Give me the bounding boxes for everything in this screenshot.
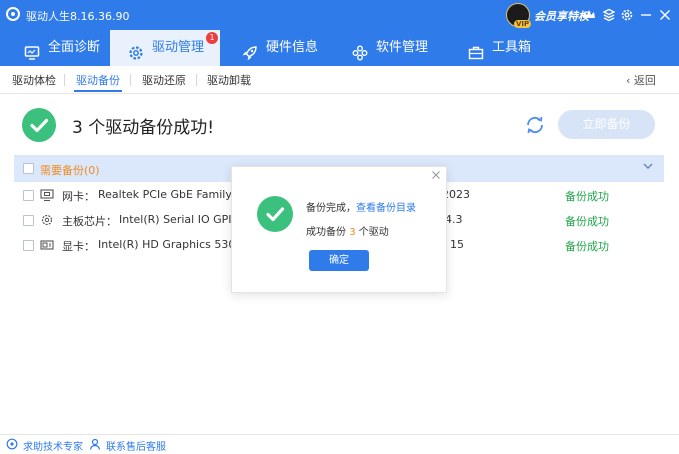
vip-badge: VIP [514, 20, 532, 28]
device-category: 显卡： [62, 240, 95, 253]
vip-privilege-link[interactable]: 会员享特权 [534, 8, 589, 24]
close-icon[interactable] [658, 8, 672, 22]
crown-icon[interactable] [582, 8, 596, 22]
row-checkbox[interactable] [23, 240, 34, 251]
device-name: Realtek PCIe GbE Family C [98, 188, 244, 201]
gear-icon [128, 40, 144, 60]
confirm-button[interactable]: 确定 [309, 250, 369, 271]
close-icon[interactable] [431, 169, 441, 183]
backup-now-button[interactable]: 立即备份 [558, 110, 655, 139]
contact-support-link[interactable]: 联系售后客服 [106, 438, 166, 453]
tab-divider [130, 74, 131, 86]
device-version: 4.3 [445, 213, 463, 226]
title-bar: 驱动人生8.16.36.90 VIP 会员享特权 [0, 0, 679, 30]
device-name: Intel(R) HD Graphics 530 [98, 238, 236, 251]
tab-driver-check[interactable]: 驱动体检 [12, 72, 56, 88]
device-category: 网卡： [62, 190, 95, 203]
dialog-summary-prefix: 成功备份 [306, 227, 346, 238]
nav-toolbox[interactable]: 工具箱 [450, 30, 546, 66]
chipset-icon [40, 213, 54, 227]
sub-nav: 驱动体检 驱动备份 驱动还原 驱动卸载 ‹ 返回 [0, 66, 679, 94]
device-version: 15 [450, 238, 464, 251]
menu-icon[interactable] [602, 8, 616, 22]
device-name: Intel(R) Serial IO GPIO [119, 213, 241, 226]
customer-service-icon [89, 438, 101, 450]
success-check-icon [257, 196, 293, 232]
backup-status: 备份成功 [565, 190, 609, 203]
refresh-icon[interactable] [524, 114, 546, 136]
dialog-summary: 成功备份 3 个驱动 [306, 223, 389, 238]
nav-driver-management[interactable]: 驱动管理 1 [110, 30, 220, 66]
rocket-icon [242, 40, 258, 61]
graphics-card-icon [40, 238, 54, 252]
network-card-icon [40, 188, 54, 202]
tab-driver-backup[interactable]: 驱动备份 [76, 72, 120, 88]
backup-status: 备份成功 [565, 240, 609, 253]
nav-hardware-info[interactable]: 硬件信息 [224, 30, 330, 66]
tab-driver-uninstall[interactable]: 驱动卸载 [207, 72, 251, 88]
dialog-message: 备份完成，查看备份目录 [306, 199, 416, 214]
toolbox-icon [468, 40, 484, 60]
back-button[interactable]: ‹ 返回 [626, 72, 656, 88]
view-backup-folder-link[interactable]: 查看备份目录 [356, 203, 416, 214]
back-label: 返回 [633, 74, 656, 87]
result-headline: 3 个驱动备份成功! [72, 118, 215, 138]
minimize-icon[interactable] [639, 8, 653, 22]
gear-icon[interactable] [620, 8, 634, 22]
tab-divider [64, 74, 65, 86]
app-logo-icon [6, 7, 20, 21]
notification-badge: 1 [206, 32, 218, 44]
footer: 求助技术专家 联系售后客服 [0, 434, 679, 454]
active-tab-underline [74, 90, 122, 92]
ask-expert-link[interactable]: 求助技术专家 [23, 438, 83, 453]
app-title: 驱动人生8.16.36.90 [26, 10, 130, 23]
row-checkbox[interactable] [23, 215, 34, 226]
dialog-message-prefix: 备份完成， [306, 203, 356, 214]
row-checkbox[interactable] [23, 190, 34, 201]
nav-diagnosis[interactable]: 全面诊断 [6, 30, 106, 66]
nav-label: 全面诊断 [48, 40, 101, 55]
backup-count: 3 [349, 227, 356, 238]
nav-software-management[interactable]: 软件管理 [334, 30, 440, 66]
nav-label: 硬件信息 [266, 40, 319, 55]
nav-label: 工具箱 [492, 40, 532, 55]
monitor-icon [24, 40, 40, 60]
backup-status: 备份成功 [565, 215, 609, 228]
tab-divider [196, 74, 197, 86]
main-nav: 全面诊断 驱动管理 1 硬件信息 软件管理 工具箱 [0, 30, 679, 66]
tab-driver-restore[interactable]: 驱动还原 [142, 72, 186, 88]
nav-label: 驱动管理 [152, 40, 205, 55]
nav-label: 软件管理 [376, 40, 429, 55]
backup-complete-dialog: 备份完成，查看备份目录 成功备份 3 个驱动 确定 [231, 166, 447, 293]
help-icon [6, 438, 18, 450]
success-check-icon [22, 108, 56, 142]
apps-icon [352, 40, 368, 61]
chevron-left-icon: ‹ [626, 74, 634, 87]
chevron-down-icon[interactable] [642, 160, 654, 175]
dialog-summary-suffix: 个驱动 [358, 227, 389, 238]
group-label: 需要备份(0) [40, 164, 100, 177]
device-category: 主板芯片： [62, 215, 117, 228]
group-checkbox[interactable] [23, 163, 34, 174]
